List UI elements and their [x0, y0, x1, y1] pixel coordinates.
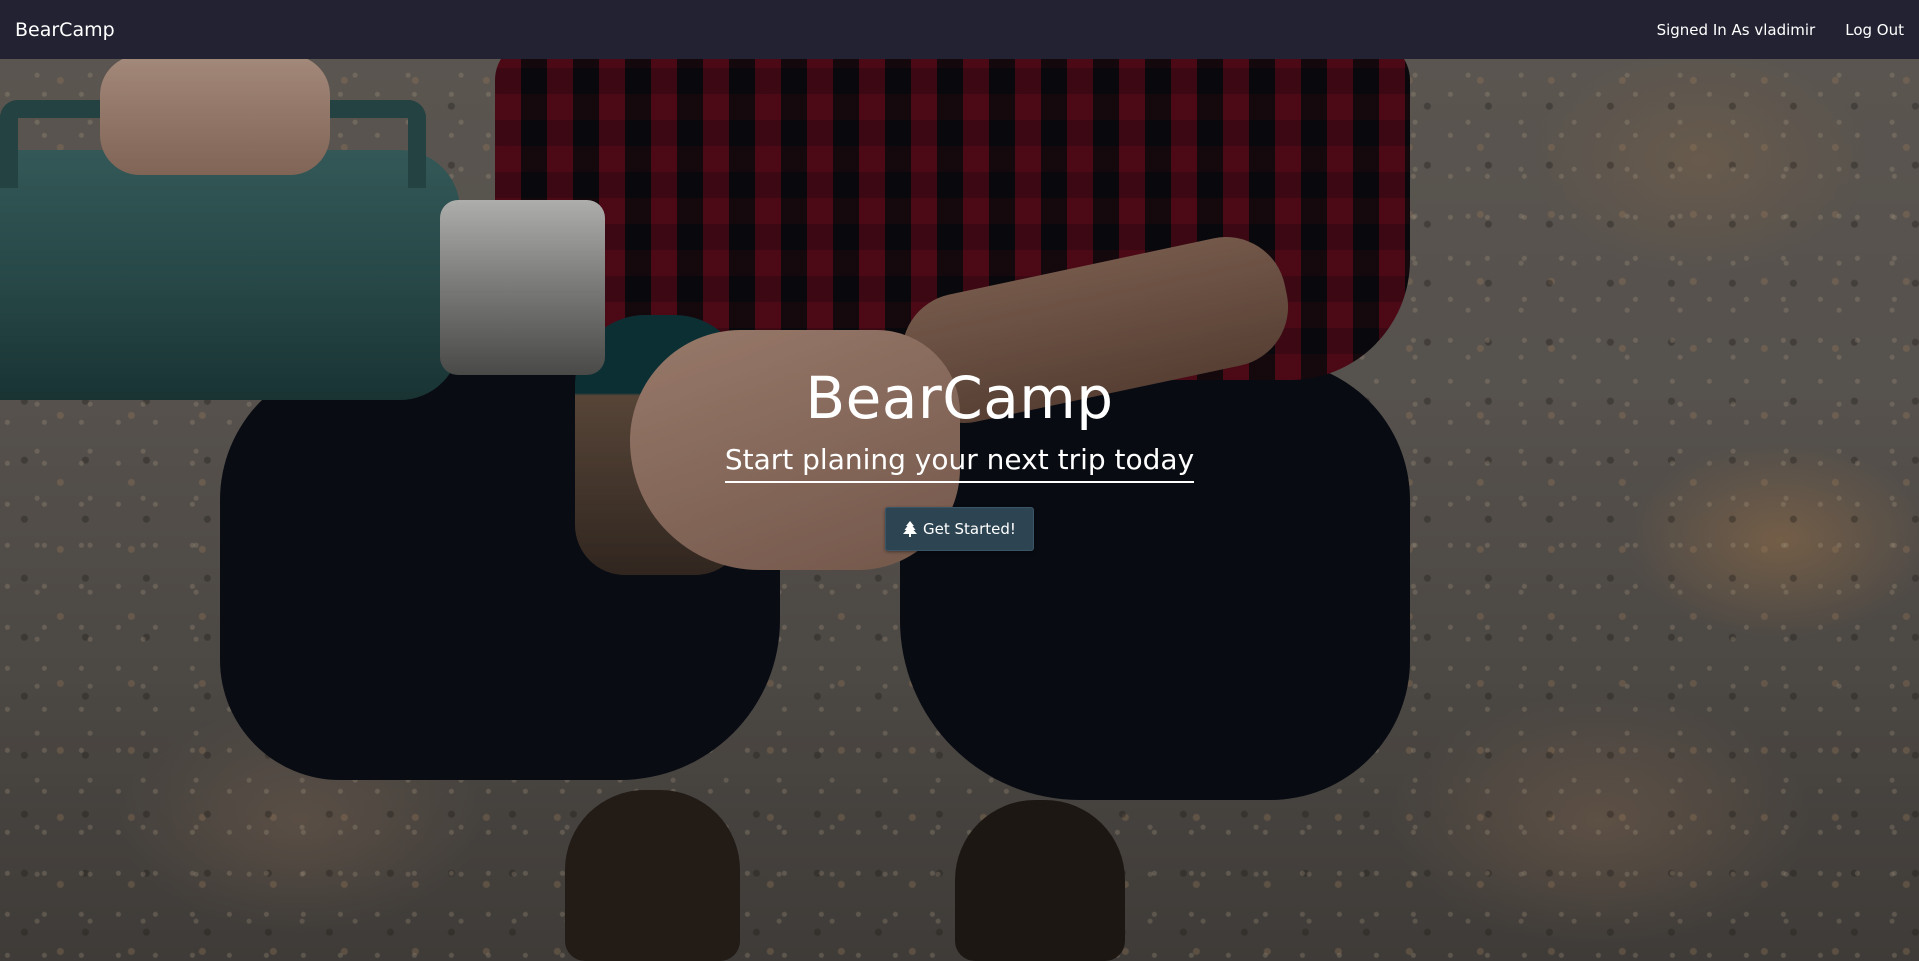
get-started-label: Get Started!	[923, 520, 1016, 538]
hero-subtitle: Start planing your next trip today	[724, 441, 1195, 483]
logout-link[interactable]: Log Out	[1845, 21, 1904, 39]
get-started-button[interactable]: Get Started!	[885, 507, 1034, 551]
hero-title: BearCamp	[805, 364, 1114, 432]
tree-icon	[903, 521, 918, 537]
hero-content: BearCamp Start planing your next trip to…	[0, 355, 1919, 551]
brand-link[interactable]: BearCamp	[15, 19, 115, 41]
top-navbar: BearCamp Signed In As vladimir Log Out	[0, 0, 1919, 59]
nav-right-group: Signed In As vladimir Log Out	[1657, 21, 1904, 39]
signed-in-status: Signed In As vladimir	[1656, 20, 1816, 39]
